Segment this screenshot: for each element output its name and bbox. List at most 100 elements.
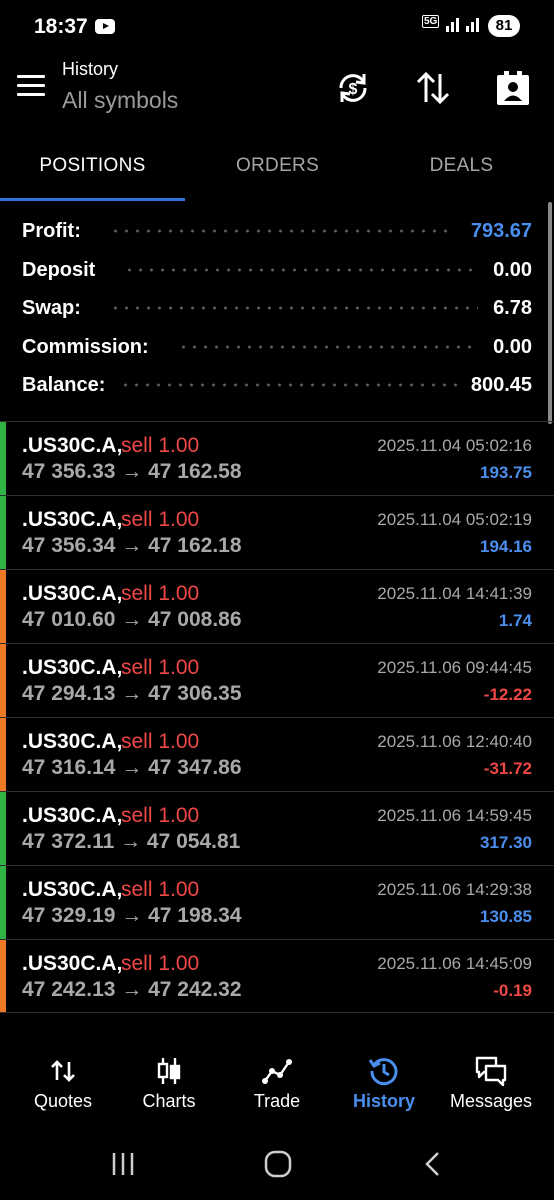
recent-apps-icon[interactable] — [103, 1148, 143, 1180]
nav-history[interactable]: History — [329, 1040, 439, 1120]
messages-icon — [475, 1056, 507, 1087]
positions-list: .US30C.A, sell 1.00 47 356.33 → 47 162.5… — [0, 421, 554, 1013]
position-symbol: .US30C.A, — [22, 582, 123, 605]
position-bar — [0, 718, 6, 791]
deposit-label: Deposit — [22, 258, 96, 281]
dotted-leader — [124, 265, 474, 274]
position-time: 2025.11.06 14:29:38 — [377, 880, 532, 899]
position-row[interactable]: .US30C.A, sell 1.00 47 242.13 → 47 242.3… — [0, 939, 554, 1013]
position-bar — [0, 940, 6, 1012]
position-profit: 130.85 — [480, 907, 532, 926]
position-row[interactable]: .US30C.A, sell 1.00 47 010.60 → 47 008.8… — [0, 569, 554, 643]
position-symbol: .US30C.A, — [22, 508, 123, 531]
position-profit: 194.16 — [480, 537, 532, 556]
position-row[interactable]: .US30C.A, sell 1.00 47 316.14 → 47 347.8… — [0, 717, 554, 791]
position-symbol: .US30C.A, — [22, 804, 123, 827]
quotes-icon — [51, 1060, 75, 1082]
status-time: 18:37 — [34, 15, 88, 38]
position-side: sell 1.00 — [121, 804, 200, 827]
back-icon[interactable] — [413, 1148, 453, 1180]
home-icon[interactable] — [258, 1148, 298, 1180]
position-profit: -12.22 — [483, 685, 532, 704]
position-prices: 47 356.34 → 47 162.18 — [22, 534, 242, 557]
position-prices: 47 294.13 → 47 306.35 — [22, 682, 242, 705]
position-symbol: .US30C.A, — [22, 656, 123, 679]
position-bar — [0, 792, 6, 865]
position-row[interactable]: .US30C.A, sell 1.00 47 372.11 → 47 054.8… — [0, 791, 554, 865]
position-profit: 1.74 — [498, 611, 532, 630]
history-tabs: POSITIONS ORDERS DEALS — [0, 136, 554, 202]
nav-label: Quotes — [33, 1091, 93, 1111]
summary-panel: Profit: 793.67 Deposit 0.00 Swap: 6.78 C… — [0, 212, 554, 405]
position-symbol: .US30C.A, — [22, 878, 123, 901]
summary-row-swap: Swap: 6.78 — [0, 289, 554, 328]
position-bar — [0, 496, 6, 569]
position-prices: 47 372.11 → 47 054.81 — [22, 830, 241, 853]
nav-charts[interactable]: Charts — [114, 1040, 224, 1120]
nav-trade[interactable]: Trade — [222, 1040, 332, 1120]
nav-messages[interactable]: Messages — [436, 1040, 546, 1120]
summary-row-deposit: Deposit 0.00 — [0, 251, 554, 290]
position-prices: 47 316.14 → 47 347.86 — [22, 756, 242, 779]
position-symbol: .US30C.A, — [22, 434, 123, 457]
currency-exchange-icon[interactable]: $ — [333, 68, 373, 108]
position-prices: 47 242.13 → 47 242.32 — [22, 978, 242, 1001]
tab-positions[interactable]: POSITIONS — [0, 136, 185, 202]
tab-deals[interactable]: DEALS — [369, 136, 554, 202]
profit-value: 793.67 — [470, 220, 532, 242]
scrollbar[interactable] — [548, 202, 552, 424]
position-bar — [0, 570, 6, 643]
commission-value: 0.00 — [493, 335, 532, 358]
position-side: sell 1.00 — [121, 508, 200, 531]
summary-row-profit: Profit: 793.67 — [0, 212, 554, 251]
charts-icon — [157, 1058, 181, 1084]
position-symbol: .US30C.A, — [22, 730, 123, 753]
menu-icon[interactable] — [17, 75, 45, 97]
profit-label: Profit: — [22, 220, 81, 242]
swap-label: Swap: — [22, 297, 81, 319]
position-prices: 47 010.60 → 47 008.86 — [22, 608, 242, 631]
position-time: 2025.11.04 05:02:16 — [377, 436, 532, 455]
position-prices: 47 356.33 → 47 162.58 — [22, 460, 242, 483]
position-side: sell 1.00 — [121, 878, 200, 901]
position-symbol: .US30C.A, — [22, 952, 123, 975]
balance-label: Balance: — [22, 374, 106, 396]
position-row[interactable]: .US30C.A, sell 1.00 47 356.34 → 47 162.1… — [0, 495, 554, 569]
position-profit: -0.19 — [493, 981, 532, 1000]
svg-text:$: $ — [349, 81, 358, 98]
position-side: sell 1.00 — [121, 582, 200, 605]
position-time: 2025.11.06 12:40:40 — [377, 732, 532, 751]
position-time: 2025.11.04 05:02:19 — [377, 510, 532, 529]
position-profit: 317.30 — [480, 833, 532, 852]
commission-label: Commission: — [22, 335, 149, 358]
position-profit: -31.72 — [483, 759, 532, 778]
dotted-leader — [110, 304, 478, 312]
position-row[interactable]: .US30C.A, sell 1.00 47 329.19 → 47 198.3… — [0, 865, 554, 939]
signal-icon — [466, 16, 479, 32]
active-tab-indicator — [0, 198, 185, 201]
battery-icon: 81 — [488, 15, 520, 37]
swap-value: 6.78 — [493, 297, 532, 319]
nav-label: Messages — [449, 1091, 533, 1111]
position-row[interactable]: .US30C.A, sell 1.00 47 294.13 → 47 306.3… — [0, 643, 554, 717]
position-time: 2025.11.04 14:41:39 — [377, 584, 532, 603]
dotted-leader — [120, 381, 458, 389]
symbol-filter[interactable]: All symbols — [62, 87, 178, 114]
position-bar — [0, 866, 6, 939]
system-nav-bar — [0, 1130, 554, 1200]
sort-icon[interactable] — [413, 68, 453, 108]
page-title: History — [62, 59, 119, 79]
signal-icon — [446, 16, 459, 32]
report-icon[interactable] — [493, 68, 533, 108]
network-type-icon: 5G — [422, 15, 440, 28]
position-side: sell 1.00 — [121, 656, 200, 679]
position-row[interactable]: .US30C.A, sell 1.00 47 356.33 → 47 162.5… — [0, 421, 554, 495]
position-time: 2025.11.06 14:59:45 — [377, 806, 532, 825]
position-side: sell 1.00 — [121, 730, 200, 753]
tab-orders[interactable]: ORDERS — [185, 136, 370, 202]
nav-quotes[interactable]: Quotes — [8, 1040, 118, 1120]
dotted-leader — [178, 342, 474, 351]
deposit-value: 0.00 — [493, 258, 532, 281]
nav-label: Charts — [142, 1091, 196, 1111]
trade-icon — [262, 1059, 292, 1084]
